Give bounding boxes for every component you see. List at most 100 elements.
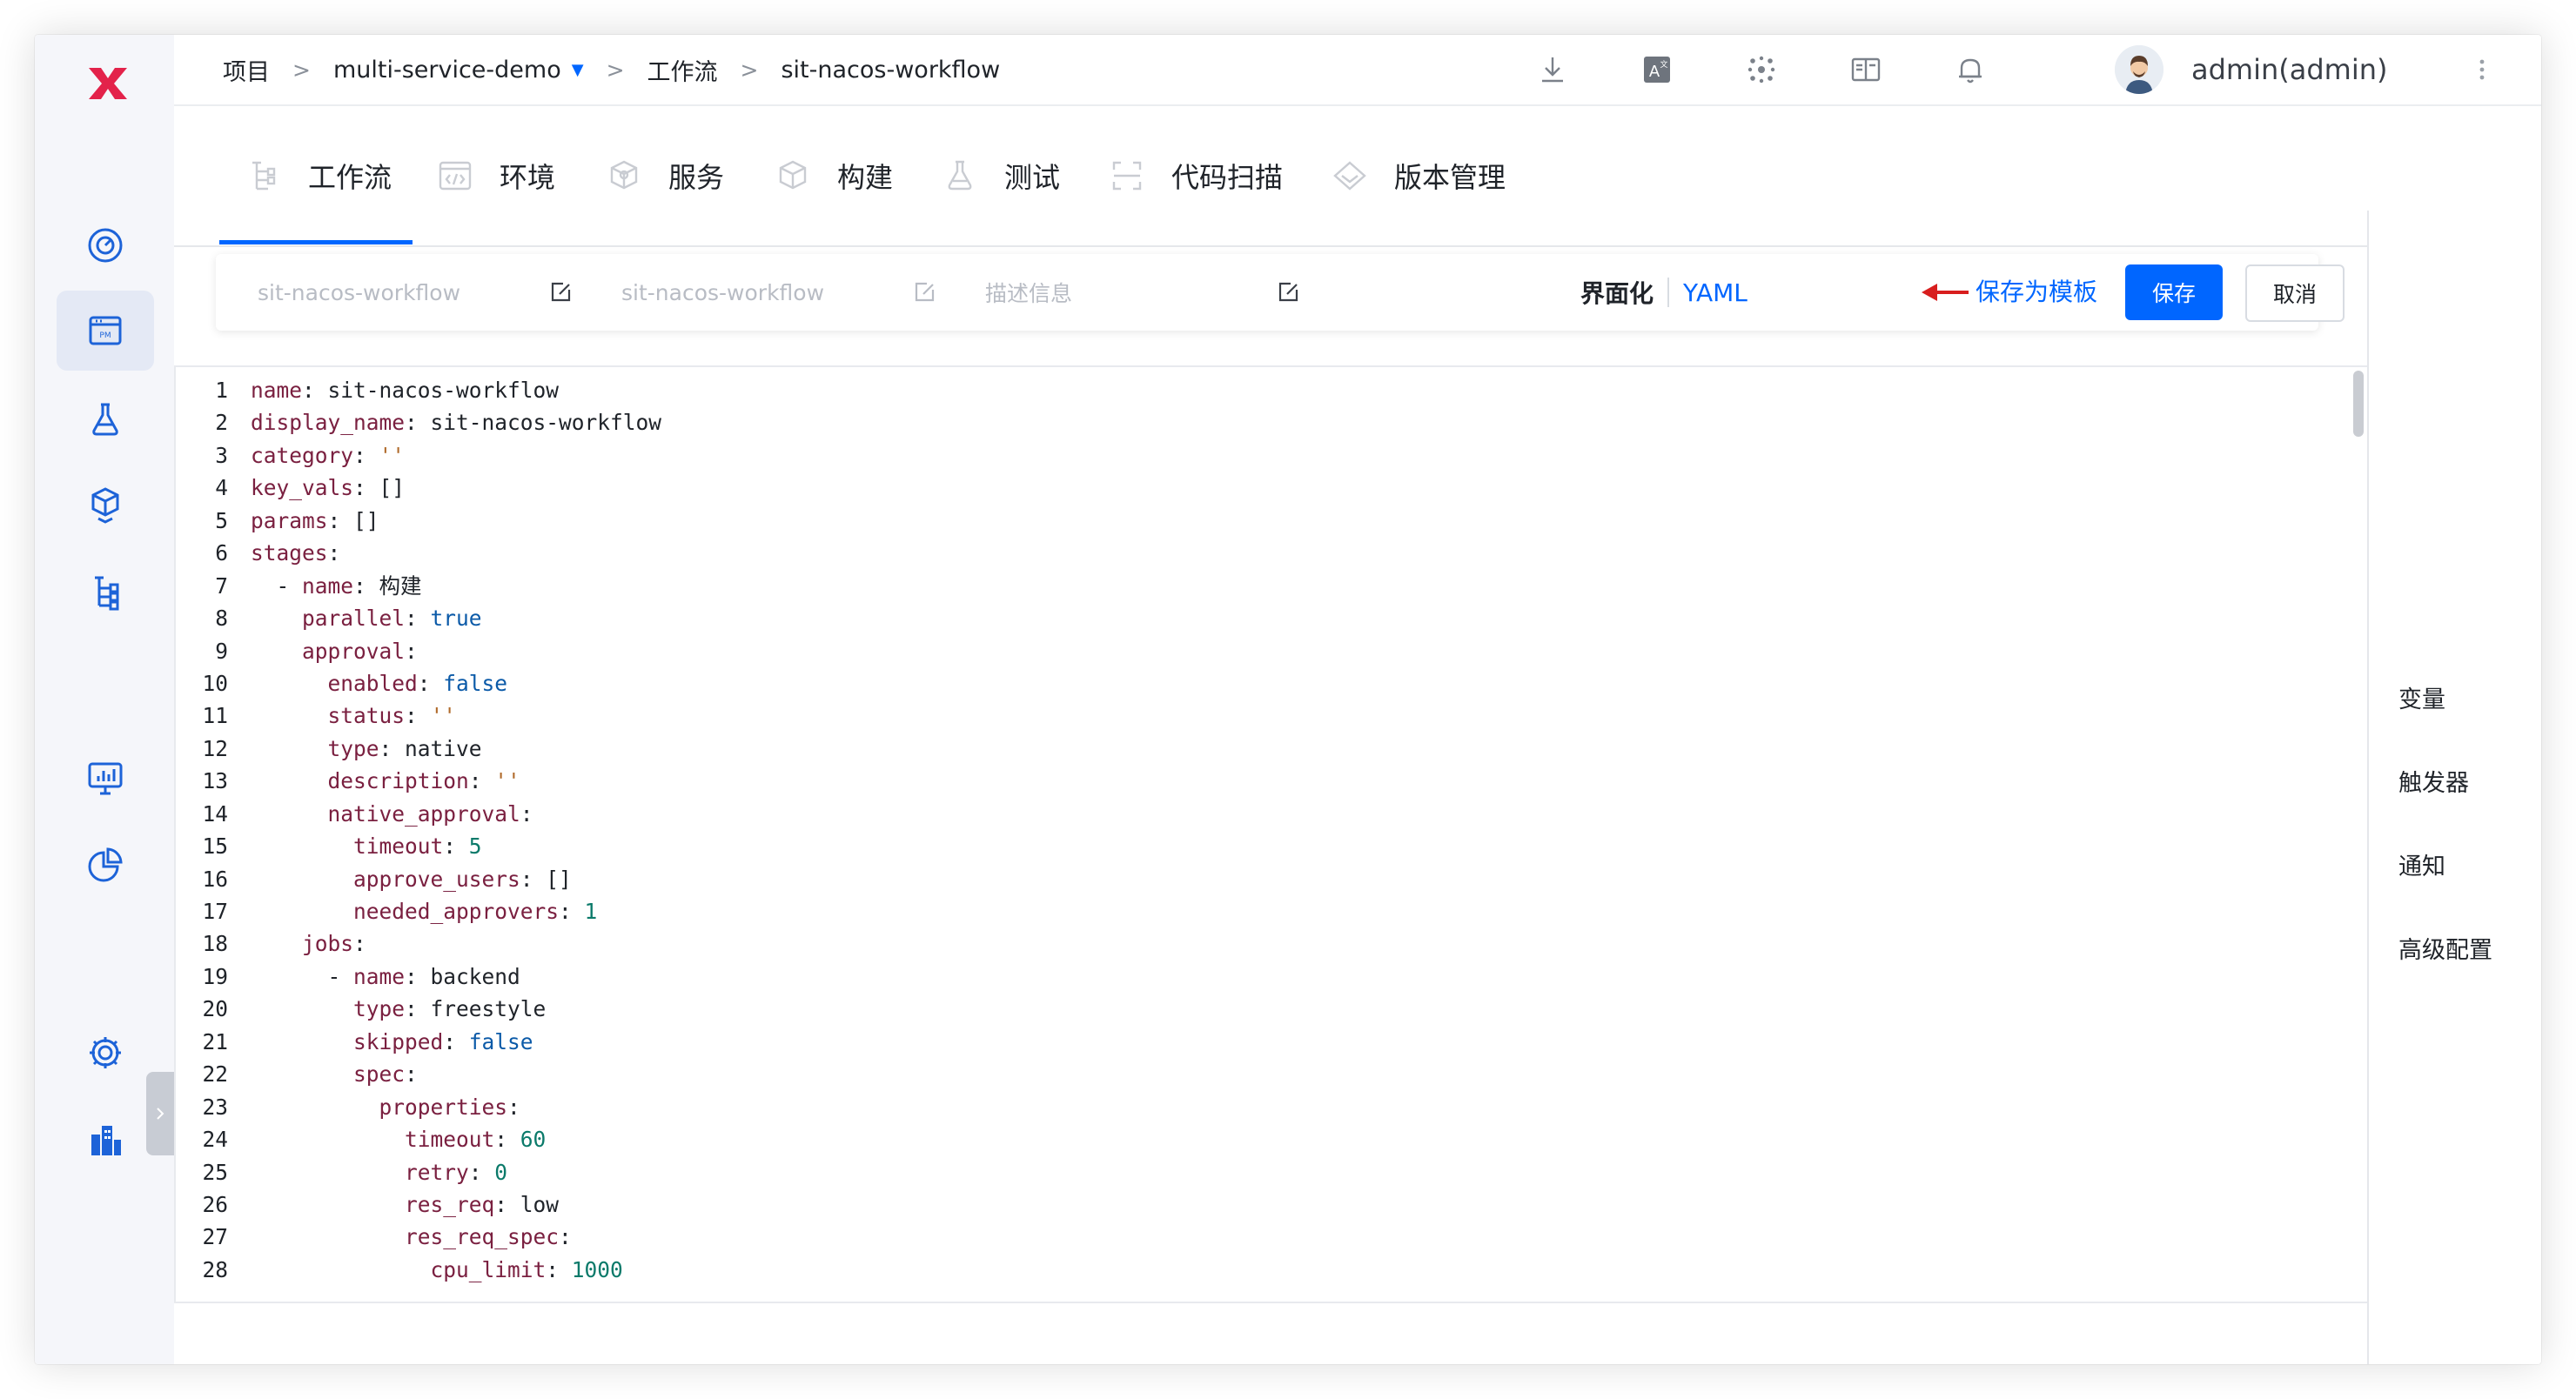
- right-panel-triggers[interactable]: 触发器: [2398, 764, 2469, 798]
- bell-icon[interactable]: [1949, 49, 1991, 90]
- service-icon: [606, 157, 642, 194]
- yaml-colon: :: [353, 931, 366, 957]
- left-sidebar: PM: [35, 35, 174, 1364]
- tab-test[interactable]: 测试: [942, 106, 1060, 245]
- description-field[interactable]: 描述信息: [985, 254, 1072, 331]
- dashboard-icon[interactable]: [57, 205, 154, 285]
- line-number: 16: [202, 866, 228, 892]
- right-panel-advanced[interactable]: 高级配置: [2398, 931, 2492, 965]
- breadcrumb-projects[interactable]: 项目: [223, 53, 270, 87]
- yaml-colon: :: [405, 963, 431, 989]
- save-button[interactable]: 保存: [2125, 264, 2223, 320]
- yaml-colon: :: [559, 899, 585, 924]
- code-line: 22 spec:: [176, 1058, 2346, 1090]
- right-panel: 变量 触发器 通知 高级配置: [2367, 211, 2541, 1364]
- code-line: 1 name: sit-nacos-workflow: [176, 374, 2346, 406]
- yaml-key: skipped: [353, 1028, 444, 1054]
- statistics-icon[interactable]: [57, 825, 154, 905]
- right-panel-notifications[interactable]: 通知: [2398, 847, 2445, 881]
- yaml-value: '': [430, 703, 457, 729]
- yaml-value: native: [405, 735, 482, 761]
- line-number: 14: [202, 800, 228, 827]
- tab-version[interactable]: 版本管理: [1332, 106, 1506, 245]
- workflow-info-bar: sit-nacos-workflow sit-nacos-workflow 描述…: [216, 254, 2345, 331]
- monitor-icon[interactable]: [57, 738, 154, 818]
- yaml-editor[interactable]: 1 name: sit-nacos-workflow 2 display_name: …: [174, 365, 2369, 1303]
- build-icon: [775, 157, 811, 194]
- breadcrumb-workflows[interactable]: 工作流: [647, 53, 718, 87]
- yaml-colon: :: [546, 1256, 572, 1282]
- yaml-value: 60: [520, 1127, 547, 1153]
- plugin-icon[interactable]: [1741, 49, 1782, 90]
- yaml-key: name: [251, 378, 303, 403]
- user-menu[interactable]: admin(admin): [2115, 35, 2388, 104]
- line-number: 12: [202, 735, 228, 761]
- artifact-icon[interactable]: [57, 465, 154, 545]
- edit-description-icon[interactable]: [1271, 275, 1305, 310]
- yaml-key: params: [251, 507, 328, 533]
- yaml-colon: :: [327, 507, 354, 533]
- logo-icon[interactable]: [80, 56, 136, 111]
- code-line: 4 key_vals: []: [176, 472, 2346, 504]
- enterprise-icon[interactable]: [57, 1100, 154, 1180]
- workflow-name-field[interactable]: sit-nacos-workflow: [258, 254, 460, 331]
- yaml-colon: :: [353, 572, 379, 599]
- yaml-colon: :: [443, 1028, 469, 1054]
- project-management-icon[interactable]: PM: [57, 291, 154, 371]
- yaml-key: parallel: [302, 606, 406, 632]
- line-content: needed_approvers: 1: [251, 895, 597, 927]
- line-number: 17: [202, 899, 228, 924]
- tab-workflow[interactable]: 工作流: [245, 106, 392, 245]
- display-name-field[interactable]: sit-nacos-workflow: [621, 254, 824, 331]
- tab-build[interactable]: 构建: [775, 106, 893, 245]
- yaml-colon: :: [405, 410, 431, 436]
- more-menu-icon[interactable]: [2465, 52, 2499, 87]
- mode-yaml-button[interactable]: YAML: [1683, 278, 1748, 307]
- line-number: 15: [202, 833, 228, 860]
- line-number: 24: [202, 1127, 228, 1153]
- mode-switch: 界面化 YAML: [1580, 254, 1748, 331]
- test-center-icon[interactable]: [57, 379, 154, 459]
- settings-icon[interactable]: [57, 1013, 154, 1093]
- yaml-colon: :: [559, 1224, 572, 1250]
- sidebar-expand-toggle[interactable]: [146, 1072, 174, 1155]
- tab-label: 服务: [668, 161, 725, 194]
- yaml-key: needed_approvers: [353, 899, 560, 924]
- code-line: 28 cpu_limit: 1000: [176, 1254, 2346, 1286]
- translate-icon[interactable]: A文: [1636, 49, 1678, 90]
- cancel-button[interactable]: 取消: [2245, 264, 2345, 322]
- yaml-colon: :: [405, 996, 431, 1022]
- yaml-value: false: [468, 1028, 533, 1054]
- docs-icon[interactable]: [1845, 49, 1887, 90]
- right-panel-variables[interactable]: 变量: [2398, 680, 2445, 714]
- yaml-colon: :: [405, 638, 418, 664]
- edit-display-name-icon[interactable]: [907, 275, 942, 310]
- line-number: 13: [202, 768, 228, 794]
- code-indent: -: [251, 963, 354, 989]
- tab-code-scan[interactable]: 代码扫描: [1109, 106, 1283, 245]
- mode-ui-button[interactable]: 界面化: [1580, 275, 1654, 310]
- app-window: PM 项目 > multi-service-demo ▼ > 工作流 > sit…: [35, 35, 2541, 1364]
- editor-scrollbar[interactable]: [2353, 371, 2364, 437]
- code-line: 7 - name: 构建: [176, 570, 2346, 602]
- code-line: 20 type: freestyle: [176, 993, 2346, 1025]
- yaml-key: approve_users: [353, 866, 520, 892]
- download-icon[interactable]: [1532, 49, 1573, 90]
- caret-down-icon[interactable]: ▼: [572, 61, 584, 79]
- save-as-template-button[interactable]: 保存为模板: [1976, 271, 2097, 313]
- yaml-key: cpu_limit: [430, 1256, 547, 1282]
- tab-service[interactable]: 服务: [606, 106, 724, 245]
- yaml-colon: :: [353, 475, 379, 501]
- line-number: 8: [215, 606, 228, 632]
- tab-environment[interactable]: 环境: [437, 106, 555, 245]
- breadcrumb-project-name[interactable]: multi-service-demo: [333, 57, 561, 84]
- edit-name-icon[interactable]: [543, 275, 578, 310]
- line-number: 6: [215, 540, 228, 566]
- yaml-key: retry: [405, 1159, 469, 1185]
- code-line: 3 category: '': [176, 439, 2346, 472]
- yaml-colon: :: [302, 378, 328, 403]
- workflow-sidebar-icon[interactable]: [57, 552, 154, 632]
- line-number: 19: [202, 963, 228, 989]
